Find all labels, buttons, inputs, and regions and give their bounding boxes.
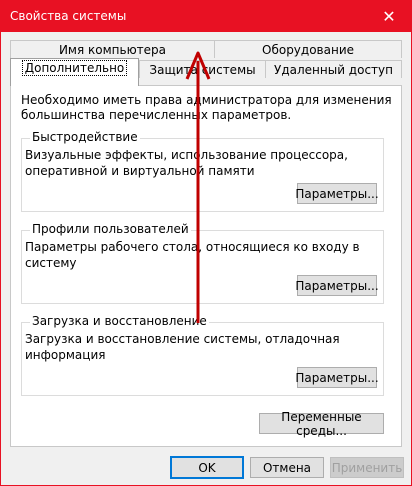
group-title: Загрузка и восстановление [30, 314, 209, 328]
title-bar[interactable]: Свойства системы ✕ [1, 1, 411, 32]
user-profiles-group: Профили пользователей Параметры рабочего… [21, 222, 384, 304]
system-properties-window: Свойства системы ✕ Имя компьютера Оборуд… [0, 0, 412, 486]
advanced-tab-panel: Необходимо иметь права администратора дл… [10, 85, 402, 447]
performance-group: Быстродействие Визуальные эффекты, испол… [21, 130, 384, 212]
tab-system-protection[interactable]: Защита системы [139, 60, 266, 78]
group-title: Профили пользователей [30, 222, 191, 236]
cancel-button[interactable]: Отмена [250, 457, 324, 478]
window-title: Свойства системы [10, 9, 127, 23]
group-description: Параметры рабочего стола, относящиеся ко… [25, 240, 360, 270]
dialog-body: Имя компьютера Оборудование Дополнительн… [1, 32, 411, 485]
tab-label: Защита системы [149, 63, 256, 77]
tab-advanced[interactable]: Дополнительно [10, 58, 139, 86]
performance-settings-button[interactable]: Параметры... [295, 183, 379, 204]
tab-remote[interactable]: Удаленный доступ [265, 60, 402, 78]
group-title: Быстродействие [30, 130, 140, 144]
tab-label: Имя компьютера [58, 43, 167, 57]
group-description: Загрузка и восстановление системы, отлад… [25, 332, 340, 362]
tab-hardware[interactable]: Оборудование [214, 40, 402, 58]
profiles-settings-button[interactable]: Параметры... [295, 275, 379, 296]
apply-button[interactable]: Применить [330, 457, 404, 478]
close-icon[interactable]: ✕ [367, 1, 411, 32]
startup-recovery-group: Загрузка и восстановление Загрузка и вос… [21, 314, 384, 396]
tab-label: Оборудование [262, 43, 354, 57]
tab-computer-name[interactable]: Имя компьютера [10, 40, 215, 58]
tab-label: Дополнительно [21, 60, 128, 76]
environment-variables-button[interactable]: Переменные среды... [259, 410, 384, 438]
startup-settings-button[interactable]: Параметры... [295, 367, 379, 388]
tab-label: Удаленный доступ [274, 63, 393, 77]
ok-button[interactable]: OK [170, 456, 244, 479]
admin-note: Необходимо иметь права администратора дл… [21, 93, 392, 122]
group-description: Визуальные эффекты, использование процес… [25, 148, 348, 178]
